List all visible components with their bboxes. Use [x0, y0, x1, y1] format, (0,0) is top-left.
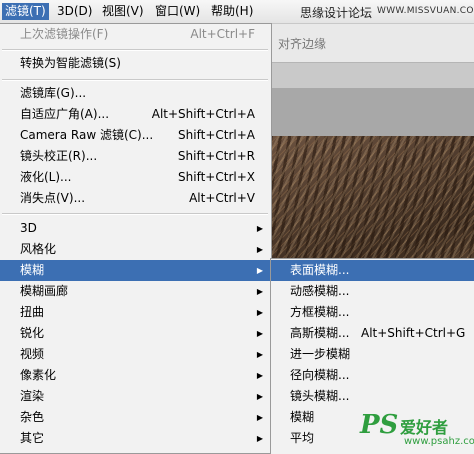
menu-item-video[interactable]: 视频 ▶	[0, 344, 271, 365]
menu-item-label: 镜头校正(R)...	[20, 149, 98, 163]
menu-item-label: 风格化	[20, 242, 57, 256]
menu-item-noise[interactable]: 杂色 ▶	[0, 407, 271, 428]
submenu-item-lens-blur[interactable]: 镜头模糊...	[271, 386, 474, 407]
submenu-arrow-icon: ▶	[256, 224, 263, 233]
menu-item-label: 3D	[20, 221, 37, 235]
menu-item-lens-correction[interactable]: 镜头校正(R)... Shift+Ctrl+R	[0, 146, 271, 167]
submenu-item-label: 动感模糊...	[290, 284, 350, 298]
menu-item-label: 视频	[20, 347, 45, 361]
menu-item-blur[interactable]: 模糊 ▶	[0, 260, 271, 281]
menu-item-label: 杂色	[20, 410, 45, 424]
submenu-arrow-icon: ▶	[256, 392, 263, 401]
menu-item-adaptive-wide-angle[interactable]: 自适应广角(A)... Alt+Shift+Ctrl+A	[0, 104, 271, 125]
menu-help[interactable]: 帮助(H)	[208, 3, 256, 20]
menu-separator	[2, 213, 268, 215]
menu-filter[interactable]: 滤镜(T)	[2, 3, 49, 20]
watermark-name: 爱好者	[400, 418, 449, 437]
submenu-item-surface-blur[interactable]: 表面模糊...	[271, 260, 474, 281]
menu-bar: 滤镜(T) 3D(D) 视图(V) 窗口(W) 帮助(H) 思缘设计论坛 WWW…	[0, 0, 474, 24]
menu-item-shortcut: Alt+Ctrl+F	[190, 27, 255, 41]
menu-item-label: 扭曲	[20, 305, 45, 319]
menu-item-label: 渲染	[20, 389, 45, 403]
submenu-arrow-icon: ▶	[256, 287, 263, 296]
submenu-arrow-icon: ▶	[256, 329, 263, 338]
menu-item-label: 消失点(V)...	[20, 191, 86, 205]
menu-item-label: 模糊画廊	[20, 284, 69, 298]
submenu-item-label: 镜头模糊...	[290, 389, 350, 403]
menu-separator	[2, 79, 268, 81]
submenu-arrow-icon: ▶	[256, 413, 263, 422]
menu-item-label: 滤镜库(G)...	[20, 86, 87, 100]
menu-item-sharpen[interactable]: 锐化 ▶	[0, 323, 271, 344]
submenu-arrow-icon: ▶	[256, 371, 263, 380]
watermark-url: www.psahz.com	[404, 436, 474, 447]
submenu-item-label: 进一步模糊	[290, 347, 351, 361]
watermark-logo: PS	[360, 410, 399, 440]
menu-item-last-filter: 上次滤镜操作(F) Alt+Ctrl+F	[0, 24, 271, 45]
submenu-arrow-icon: ▶	[256, 350, 263, 359]
menu-item-label: 锐化	[20, 326, 45, 340]
menu-item-other[interactable]: 其它 ▶	[0, 428, 271, 449]
submenu-item-motion-blur[interactable]: 动感模糊...	[271, 281, 474, 302]
menu-3d[interactable]: 3D(D)	[54, 3, 95, 20]
menu-item-filter-gallery[interactable]: 滤镜库(G)...	[0, 83, 271, 104]
menu-item-label: 转换为智能滤镜(S)	[20, 56, 121, 70]
menu-item-shortcut: Shift+Ctrl+A	[178, 128, 255, 142]
submenu-item-shortcut: Alt+Shift+Ctrl+G	[361, 326, 466, 340]
menu-item-shortcut: Alt+Shift+Ctrl+A	[151, 107, 255, 121]
menu-item-label: Camera Raw 滤镜(C)...	[20, 128, 154, 142]
menu-item-stylize[interactable]: 风格化 ▶	[0, 239, 271, 260]
refine-edge-label: 对齐边缘	[278, 37, 327, 51]
site-url: WWW.MISSVUAN.COM	[377, 6, 474, 16]
submenu-arrow-icon: ▶	[256, 434, 263, 443]
menu-item-label: 液化(L)...	[20, 170, 72, 184]
submenu-item-box-blur[interactable]: 方框模糊...	[271, 302, 474, 323]
menu-item-liquify[interactable]: 液化(L)... Shift+Ctrl+X	[0, 167, 271, 188]
menu-item-label: 像素化	[20, 368, 57, 382]
menu-item-blur-gallery[interactable]: 模糊画廊 ▶	[0, 281, 271, 302]
filter-menu: 上次滤镜操作(F) Alt+Ctrl+F 转换为智能滤镜(S) 滤镜库(G)..…	[0, 23, 272, 454]
submenu-item-gaussian-blur[interactable]: 高斯模糊... Alt+Shift+Ctrl+G	[271, 323, 474, 344]
submenu-item-label: 高斯模糊...	[290, 326, 350, 340]
menu-item-label: 上次滤镜操作(F)	[20, 27, 109, 41]
watermark: PS 爱好者 www.psahz.com	[360, 410, 474, 452]
menu-item-shortcut: Alt+Ctrl+V	[189, 191, 255, 205]
site-title: 思缘设计论坛	[300, 6, 373, 20]
submenu-item-label: 方框模糊...	[290, 305, 350, 319]
menu-item-pixelate[interactable]: 像素化 ▶	[0, 365, 271, 386]
menu-separator	[2, 49, 268, 51]
menu-item-distort[interactable]: 扭曲 ▶	[0, 302, 271, 323]
menu-item-3d[interactable]: 3D ▶	[0, 218, 271, 239]
menu-item-shortcut: Shift+Ctrl+X	[178, 170, 255, 184]
menu-view[interactable]: 视图(V)	[99, 3, 147, 20]
submenu-item-radial-blur[interactable]: 径向模糊...	[271, 365, 474, 386]
submenu-arrow-icon: ▶	[256, 266, 263, 275]
submenu-item-label: 表面模糊...	[290, 263, 350, 277]
submenu-arrow-icon: ▶	[256, 308, 263, 317]
document-tab-strip	[270, 62, 474, 89]
menu-item-label: 模糊	[20, 263, 45, 277]
submenu-item-label: 径向模糊...	[290, 368, 350, 382]
menu-item-camera-raw[interactable]: Camera Raw 滤镜(C)... Shift+Ctrl+A	[0, 125, 271, 146]
menu-item-shortcut: Shift+Ctrl+R	[177, 149, 255, 163]
menu-item-convert-smart-filter[interactable]: 转换为智能滤镜(S)	[0, 53, 271, 74]
menu-item-label: 其它	[20, 431, 45, 445]
submenu-arrow-icon: ▶	[256, 245, 263, 254]
submenu-item-blur-more[interactable]: 进一步模糊	[271, 344, 474, 365]
submenu-item-label: 平均	[290, 431, 315, 445]
submenu-item-label: 模糊	[290, 410, 315, 424]
menu-window[interactable]: 窗口(W)	[152, 3, 203, 20]
menu-item-render[interactable]: 渲染 ▶	[0, 386, 271, 407]
menu-item-label: 自适应广角(A)...	[20, 107, 110, 121]
menu-item-vanishing-point[interactable]: 消失点(V)... Alt+Ctrl+V	[0, 188, 271, 209]
